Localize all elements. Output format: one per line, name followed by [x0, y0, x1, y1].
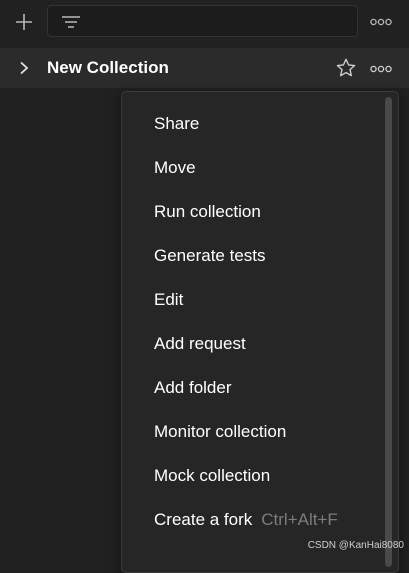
- menu-item-label: Run collection: [154, 202, 261, 221]
- plus-icon: [16, 14, 32, 30]
- collection-row[interactable]: New Collection: [0, 48, 409, 88]
- menu-item-monitor-collection[interactable]: Monitor collection: [122, 412, 380, 452]
- menu-item-generate-tests[interactable]: Generate tests: [122, 236, 380, 276]
- chevron-right-icon: [20, 61, 29, 75]
- menu-item-label: Edit: [154, 290, 184, 309]
- more-horizontal-icon: [370, 18, 392, 26]
- keyboard-shortcut: Ctrl+Alt+F: [261, 510, 338, 529]
- menu-item-share[interactable]: Share: [122, 104, 380, 144]
- menu-item-label: Monitor collection: [154, 422, 287, 441]
- menu-item-label: Generate tests: [154, 246, 266, 265]
- star-collection-button[interactable]: [333, 56, 359, 80]
- menu-item-edit[interactable]: Edit: [122, 280, 380, 320]
- watermark: CSDN @KanHai8080: [307, 540, 404, 551]
- menu-scrollbar[interactable]: [385, 97, 392, 567]
- menu-item-label: Create a fork: [154, 510, 253, 529]
- more-horizontal-icon: [370, 65, 392, 73]
- menu-item-label: Move: [154, 158, 196, 177]
- collection-context-menu: Share Move Run collection Generate tests…: [121, 91, 399, 573]
- menu-item-create-fork[interactable]: Create a fork Ctrl+Alt+F: [122, 500, 380, 540]
- star-outline-icon: [336, 58, 356, 77]
- menu-item-label: Share: [154, 114, 200, 133]
- new-button[interactable]: [10, 8, 38, 36]
- collection-name[interactable]: New Collection: [47, 58, 169, 78]
- toolbar-more-button[interactable]: [366, 10, 396, 34]
- menu-item-label: Add request: [154, 334, 246, 353]
- expand-collection-button[interactable]: [14, 58, 34, 78]
- collection-more-button[interactable]: [366, 58, 396, 80]
- filter-icon[interactable]: [60, 13, 82, 31]
- menu-item-mock-collection[interactable]: Mock collection: [122, 456, 380, 496]
- menu-item-label: Add folder: [154, 378, 232, 397]
- menu-item-label: Mock collection: [154, 466, 271, 485]
- menu-item-run-collection[interactable]: Run collection: [122, 192, 380, 232]
- menu-item-add-request[interactable]: Add request: [122, 324, 380, 364]
- sidebar-toolbar: [0, 0, 409, 44]
- filter-search-input[interactable]: [47, 5, 358, 37]
- menu-item-move[interactable]: Move: [122, 148, 380, 188]
- menu-item-add-folder[interactable]: Add folder: [122, 368, 380, 408]
